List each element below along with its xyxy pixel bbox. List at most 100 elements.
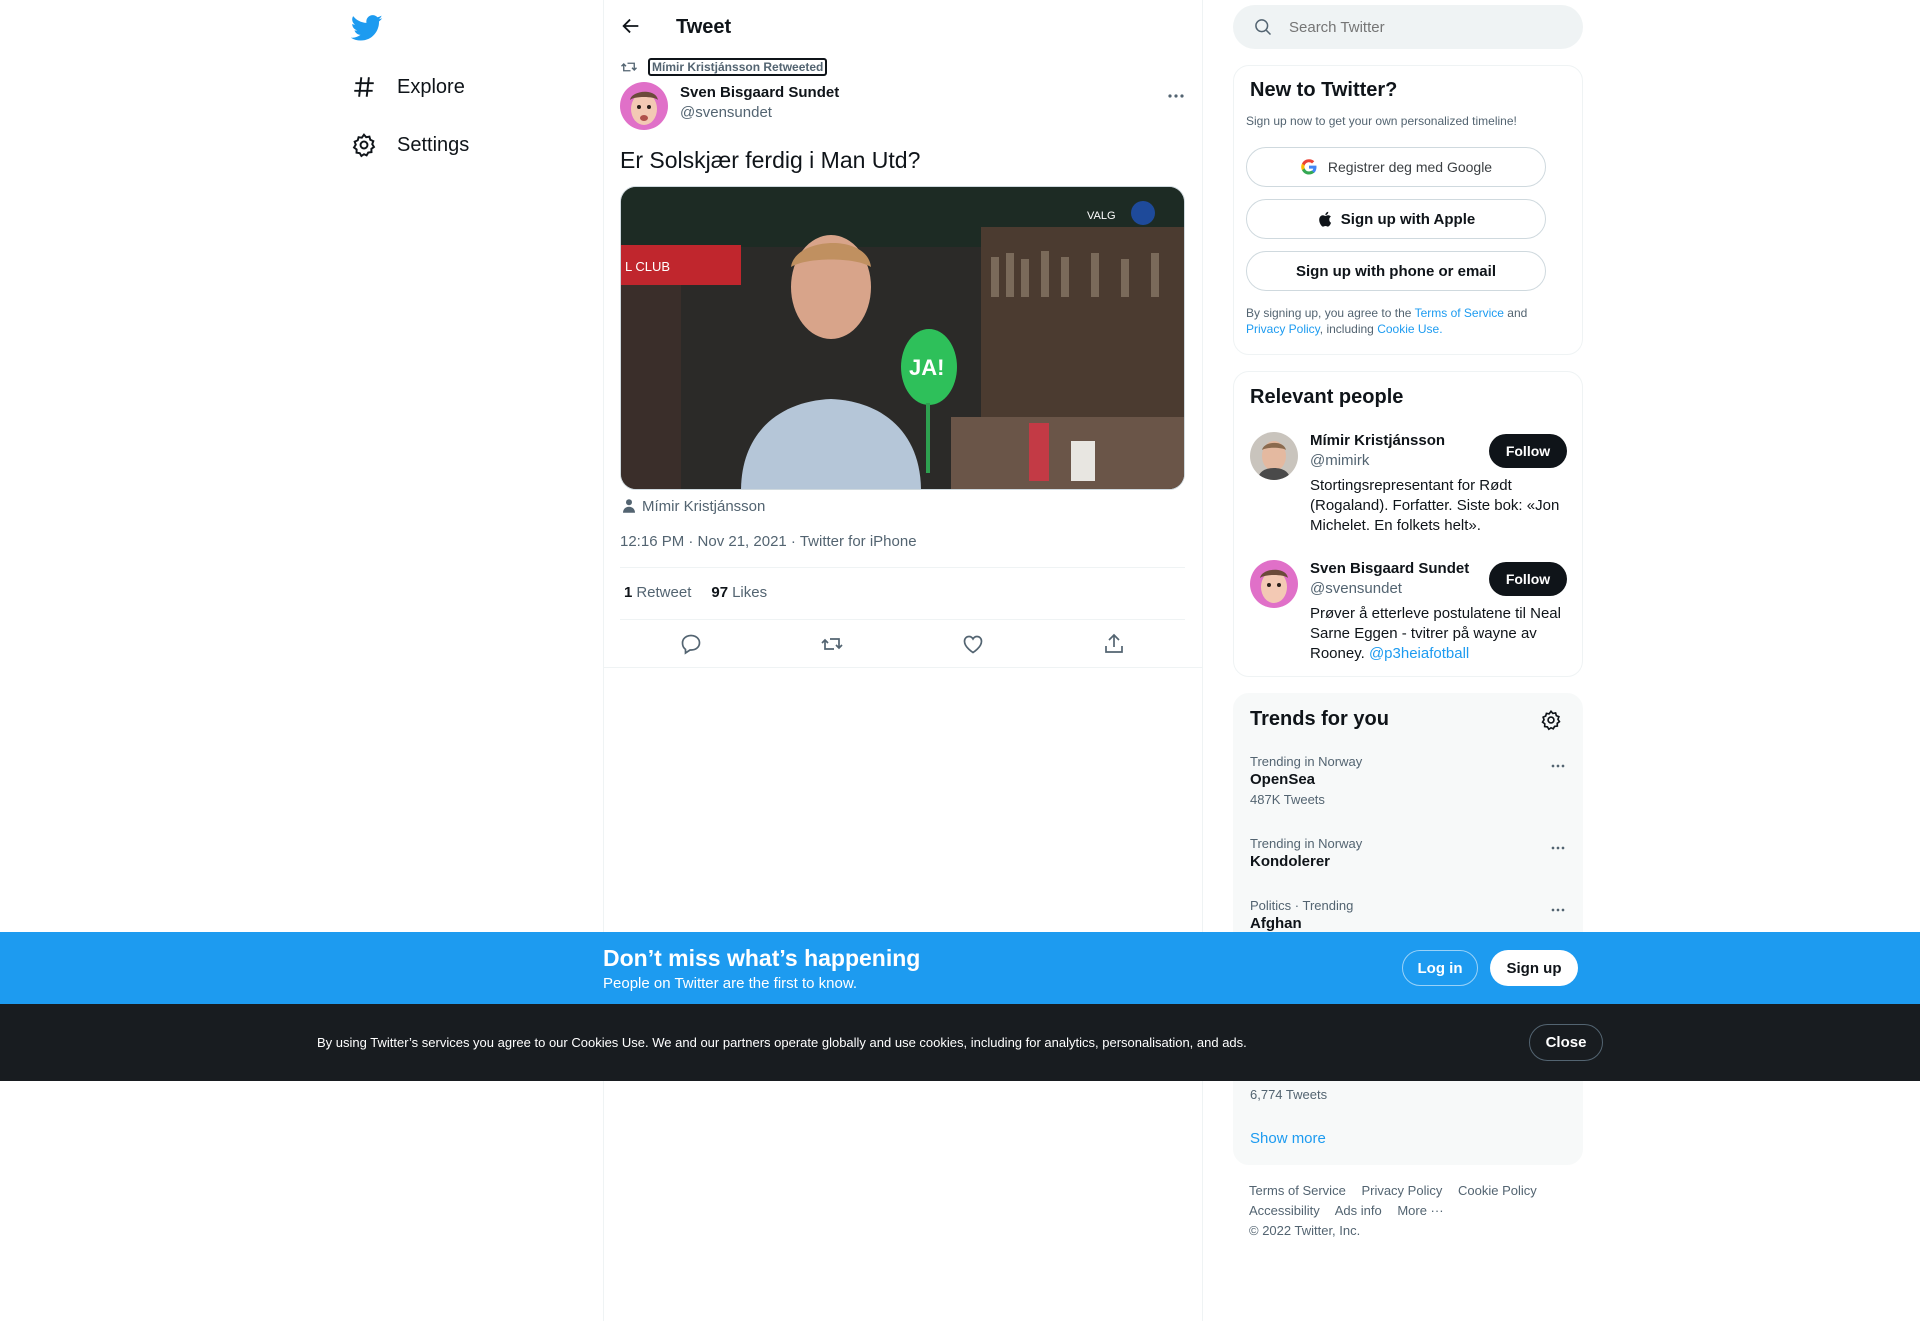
page-title: Tweet (676, 16, 732, 38)
person-name[interactable]: Sven Bisgaard Sundet (1310, 560, 1469, 577)
tweet-stats: 1 Retweet 97 Likes (624, 584, 787, 601)
privacy-policy-link[interactable]: Privacy Policy (1246, 322, 1320, 336)
signup-prompt-bar: Don’t miss what’s happening People on Tw… (0, 932, 1920, 1004)
footer-link[interactable]: Privacy Policy (1361, 1183, 1442, 1198)
nav-explore-label: Explore (397, 75, 465, 98)
author-handle[interactable]: @svensundet (680, 104, 772, 121)
trend-name: Afghan (1250, 915, 1302, 932)
trend-more-icon[interactable] (1548, 900, 1568, 920)
footer-link[interactable]: Cookie Policy (1458, 1183, 1537, 1198)
person-avatar[interactable] (1250, 560, 1298, 608)
nav-settings-label: Settings (397, 133, 470, 156)
retweet-count[interactable]: 1 (624, 584, 632, 601)
author-avatar[interactable] (620, 82, 668, 130)
like-count[interactable]: 97 (711, 584, 728, 601)
share-icon[interactable] (1102, 632, 1126, 656)
divider (620, 619, 1185, 620)
person-handle[interactable]: @svensundet (1310, 580, 1402, 597)
google-signup-label: Registrer deg med Google (1327, 159, 1493, 175)
trend-item[interactable]: 6,774 Tweets (1250, 1083, 1568, 1102)
apple-icon (1317, 210, 1335, 228)
trend-item[interactable]: Politics · Trending Afghan (1250, 898, 1568, 932)
trends-settings-gear-icon[interactable] (1540, 709, 1562, 731)
trend-name: OpenSea (1250, 771, 1316, 788)
author-name[interactable]: Sven Bisgaard Sundet (680, 84, 839, 101)
trend-count: 487K Tweets (1250, 792, 1325, 807)
phone-email-signup-label: Sign up with phone or email (1295, 262, 1496, 280)
cookie-use-link[interactable]: Cookie Use. (1377, 322, 1442, 336)
google-signup-button[interactable]: Registrer deg med Google (1246, 147, 1546, 187)
retweeted-by-link[interactable]: Mímir Kristjánsson Retweeted (648, 58, 828, 76)
footer-link[interactable]: Terms of Service (1249, 1183, 1346, 1198)
signup-bar-title: Don’t miss what’s happening (603, 945, 921, 971)
trend-more-icon[interactable] (1548, 756, 1568, 776)
cookie-consent-text: By using Twitter’s services you agree to… (317, 1035, 1247, 1050)
phone-email-signup-button[interactable]: Sign up with phone or email (1246, 251, 1546, 291)
reply-icon[interactable] (679, 632, 703, 656)
gear-icon (351, 132, 377, 158)
terms-of-service-link[interactable]: Terms of Service (1415, 306, 1504, 320)
signup-button[interactable]: Sign up (1490, 950, 1578, 986)
new-to-twitter-title: New to Twitter? (1250, 79, 1398, 101)
media-credit[interactable]: Mímir Kristjánsson (620, 497, 765, 515)
new-to-twitter-card: New to Twitter? Sign up now to get your … (1233, 65, 1583, 355)
twitter-logo-icon[interactable] (351, 12, 383, 44)
divider (604, 667, 1202, 668)
search-input[interactable] (1289, 18, 1549, 36)
club-banner-text: L CLUB (625, 259, 670, 274)
search-bar[interactable] (1233, 5, 1583, 49)
sidebar-footer: Terms of Service Privacy Policy Cookie P… (1249, 1181, 1569, 1241)
person-handle[interactable]: @mimirk (1310, 452, 1369, 469)
retweet-icon (620, 58, 638, 76)
cookie-consent-bar: By using Twitter’s services you agree to… (0, 1004, 1920, 1081)
signup-bar-subtitle: People on Twitter are the first to know. (603, 975, 858, 992)
trends-title: Trends for you (1250, 708, 1389, 730)
trend-count: 6,774 Tweets (1250, 1087, 1328, 1102)
retweet-count-label[interactable]: Retweet (636, 584, 691, 601)
trend-more-icon[interactable] (1548, 838, 1568, 858)
new-to-twitter-subtitle: Sign up now to get your own personalized… (1246, 114, 1517, 128)
trend-item[interactable]: Trending in Norway OpenSea 487K Tweets (1250, 754, 1568, 807)
channel-logo-text: VALG (1087, 210, 1116, 222)
person-avatar[interactable] (1250, 432, 1298, 480)
footer-link[interactable]: Ads info (1335, 1203, 1382, 1218)
like-count-label[interactable]: Likes (732, 584, 767, 601)
trend-category: Trending in Norway (1250, 836, 1363, 851)
tweet-header: Tweet (604, 0, 1202, 53)
follow-button[interactable]: Follow (1489, 434, 1567, 468)
trend-item[interactable]: Trending in Norway Kondolerer (1250, 836, 1568, 870)
cookie-close-button[interactable]: Close (1529, 1024, 1603, 1061)
back-arrow-icon[interactable] (620, 15, 642, 37)
footer-more-link[interactable]: More ··· (1397, 1203, 1443, 1218)
tweet-timestamp[interactable]: 12:16 PM · Nov 21, 2021 · Twitter for iP… (620, 533, 917, 550)
relevant-people-card: Relevant people Mímir Kristjánsson @mimi… (1233, 371, 1583, 677)
person-bio: Prøver å etterleve postulatene til Neal … (1310, 604, 1570, 664)
google-icon (1300, 158, 1318, 176)
divider (620, 567, 1185, 568)
login-button[interactable]: Log in (1402, 950, 1478, 986)
person-icon (620, 497, 638, 515)
trend-name: Kondolerer (1250, 853, 1331, 870)
like-heart-icon[interactable] (961, 632, 985, 656)
person-bio-link[interactable]: @p3heiafotball (1369, 645, 1469, 662)
show-more-link[interactable]: Show more (1250, 1130, 1326, 1147)
terms-including: , including (1319, 322, 1374, 336)
nav-explore[interactable]: Explore (351, 67, 465, 107)
tweet-actions (604, 630, 1202, 668)
more-options-icon[interactable] (1164, 84, 1188, 108)
apple-signup-button[interactable]: Sign up with Apple (1246, 199, 1546, 239)
copyright: © 2022 Twitter, Inc. (1249, 1223, 1361, 1238)
footer-link[interactable]: Accessibility (1249, 1203, 1320, 1218)
person-name[interactable]: Mímir Kristjánsson (1310, 432, 1445, 449)
retweet-icon[interactable] (820, 632, 844, 656)
tweet-video[interactable]: L CLUB JA! VALG (620, 186, 1185, 490)
hashtag-icon (351, 74, 377, 100)
search-icon (1253, 17, 1273, 37)
signup-terms: By signing up, you agree to the Terms of… (1246, 305, 1566, 337)
nav-settings[interactable]: Settings (351, 125, 469, 165)
apple-signup-label: Sign up with Apple (1340, 210, 1476, 228)
terms-prefix: By signing up, you agree to the (1246, 306, 1412, 320)
tweet-text: Er Solskjær ferdig i Man Utd? (620, 147, 921, 173)
trend-category: Trending in Norway (1250, 754, 1363, 769)
follow-button[interactable]: Follow (1489, 562, 1567, 596)
